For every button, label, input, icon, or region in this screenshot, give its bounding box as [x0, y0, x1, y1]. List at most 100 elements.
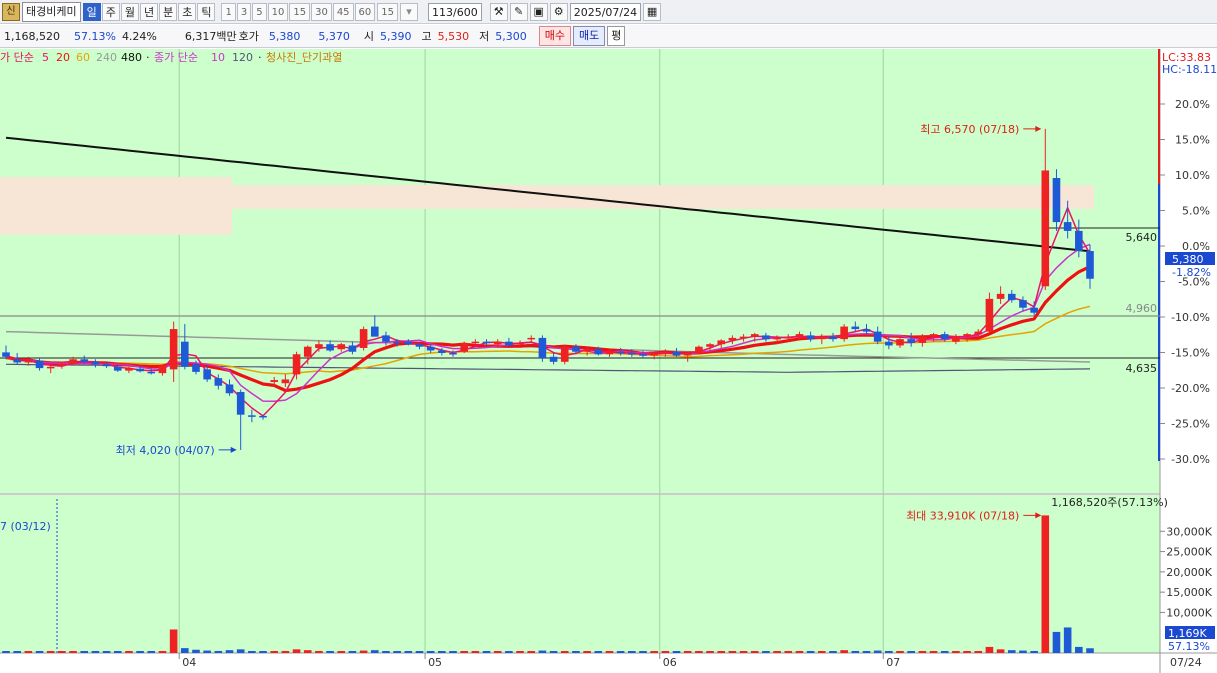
candle-body	[69, 359, 77, 364]
volume-bar	[963, 651, 971, 653]
candle-body	[192, 364, 200, 372]
annotation-volume-current: 1,168,520주(57.13%)	[1051, 496, 1168, 509]
volume-bar	[438, 651, 446, 653]
volume-bar	[516, 651, 524, 653]
level-label: 4,635	[1126, 362, 1158, 375]
level-label: 5,640	[1126, 231, 1158, 244]
candle-body	[963, 334, 971, 337]
minute-select[interactable]: 15	[377, 2, 399, 21]
volume-tick-label: 15,000K	[1166, 586, 1212, 599]
indicator-icon[interactable]: ⚒	[489, 2, 508, 21]
candle-body	[505, 341, 513, 346]
price-tick-label: -30.0%	[1171, 453, 1210, 466]
candle-body	[125, 368, 133, 371]
candle-body	[493, 341, 502, 345]
period-tab[interactable]: 년	[139, 2, 159, 21]
quote-label: 호가	[238, 30, 259, 43]
period-tab[interactable]: 초	[178, 2, 197, 21]
candle-body	[315, 344, 323, 348]
minute-option[interactable]: 60	[354, 2, 376, 21]
legend-ma240: 240	[96, 51, 117, 64]
candle-body	[482, 341, 491, 344]
candle-body	[594, 349, 603, 355]
minute-option[interactable]: 3	[236, 2, 252, 21]
candle-body	[1063, 222, 1072, 231]
volume-bar	[940, 651, 949, 653]
minute-option[interactable]: 1	[221, 2, 236, 21]
volume-bar	[303, 650, 312, 653]
average-button[interactable]: 평	[607, 26, 626, 46]
price-tick-label: 15.0%	[1175, 134, 1210, 147]
calendar-icon[interactable]: ▦	[643, 2, 662, 21]
stock-name-field[interactable]: 태경비케미	[22, 1, 81, 22]
bid-price: 5,370	[318, 29, 350, 43]
date-tick-label: 04	[182, 656, 196, 669]
period-tab[interactable]: 분	[159, 2, 178, 21]
candle-body	[426, 346, 435, 351]
price-tick-label: -25.0%	[1171, 418, 1210, 431]
high-price: 5,530	[437, 29, 470, 43]
minute-option[interactable]: 5	[252, 2, 267, 21]
period-tab[interactable]: 틱	[197, 2, 216, 21]
legend-ma60: 60	[76, 51, 90, 64]
volume-bar	[203, 650, 211, 653]
period-tab[interactable]: 주	[101, 2, 120, 21]
count-field[interactable]: 113/600	[428, 2, 482, 21]
save-icon[interactable]: ▣	[529, 2, 548, 21]
candle-body	[549, 356, 558, 362]
candle-body	[717, 340, 726, 345]
volume-bar	[102, 651, 111, 653]
volume-bar	[1041, 515, 1050, 653]
candle-body	[225, 384, 234, 394]
gear-icon[interactable]: ⚙	[549, 2, 568, 21]
volume-bar	[125, 651, 133, 653]
chart-area[interactable]: 20.0%15.0%10.0%5.0%0.0%-5.0%-10.0%-15.0%…	[0, 49, 1217, 673]
chevron-down-icon[interactable]: ▾	[400, 2, 419, 21]
candle-body	[1052, 178, 1061, 223]
volume-bar	[1086, 648, 1094, 653]
candle-body	[885, 341, 893, 346]
volume-bar	[628, 651, 636, 653]
volume-bar	[1075, 646, 1083, 653]
candle-body	[773, 337, 781, 340]
current-price-label: 5,380	[1172, 253, 1204, 266]
buy-button[interactable]: 매수	[538, 26, 571, 46]
volume-tick-label: 10,000K	[1166, 606, 1212, 619]
date-field[interactable]: 2025/07/24	[569, 2, 642, 21]
legend-price-ma-label: 가 단순	[0, 51, 34, 64]
volume-bar	[929, 651, 938, 653]
candle-body	[2, 352, 10, 357]
volume-bar	[292, 649, 301, 653]
volume-bar	[706, 651, 714, 653]
candle-body	[281, 379, 290, 384]
sell-button[interactable]: 매도	[573, 26, 606, 46]
candle-body	[683, 353, 692, 356]
volume-bar	[169, 629, 178, 653]
candle-body	[639, 354, 647, 356]
draw-icon[interactable]: ✎	[509, 2, 528, 21]
minute-option[interactable]: 15	[289, 2, 311, 21]
candle-body	[806, 335, 815, 340]
volume-bar	[471, 651, 480, 653]
credit-badge: 신	[2, 2, 20, 21]
volume-bar	[650, 651, 658, 653]
period-tab[interactable]: 일	[82, 2, 101, 21]
volume-bar	[158, 651, 167, 653]
candle-body	[393, 341, 401, 344]
candle-body	[248, 415, 256, 417]
period-tab[interactable]: 월	[120, 2, 139, 21]
volume-bar	[572, 651, 580, 653]
volume-bar	[505, 651, 513, 653]
minute-option[interactable]: 10	[267, 2, 289, 21]
candle-body	[996, 293, 1005, 299]
volume-bar	[35, 651, 44, 653]
minute-option[interactable]: 45	[332, 2, 354, 21]
candle-body	[13, 359, 21, 363]
candle-body	[214, 378, 223, 386]
volume-bar	[147, 651, 156, 653]
minute-option[interactable]: 30	[311, 2, 332, 21]
high-label: 고	[421, 30, 432, 43]
volume-bar	[974, 651, 983, 653]
amount-value: 6,317백만	[184, 30, 237, 43]
volume-bar	[817, 651, 826, 653]
